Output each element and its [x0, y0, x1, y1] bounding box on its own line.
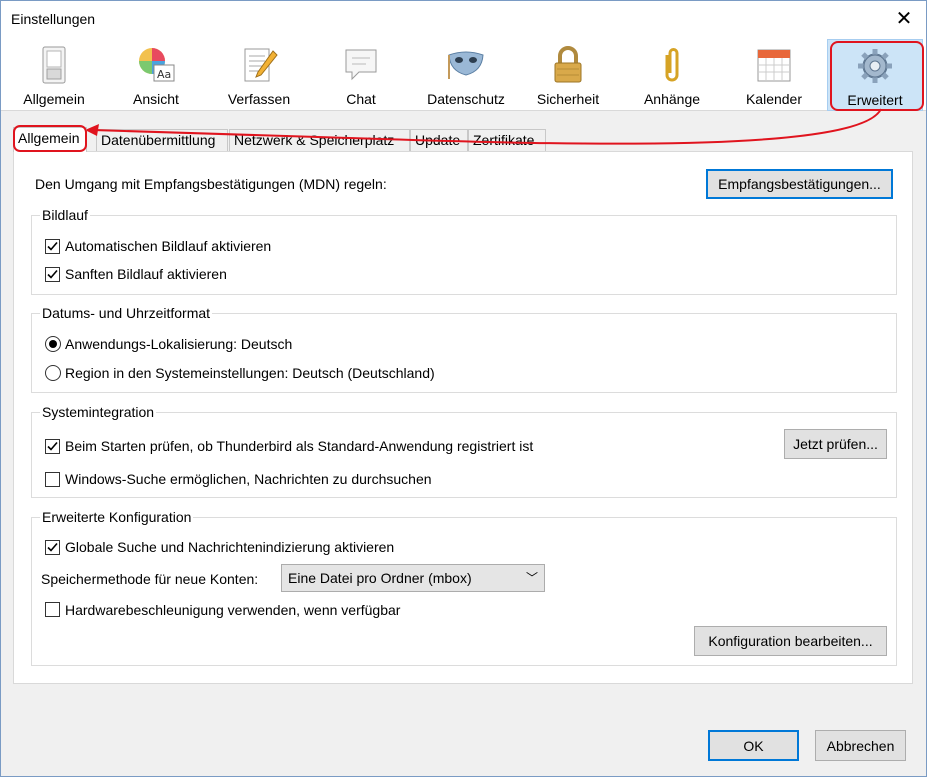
check-now-button[interactable]: Jetzt prüfen...	[784, 429, 887, 459]
hw-accel-label: Hardwarebeschleunigung verwenden, wenn v…	[65, 602, 401, 618]
radio-app-locale[interactable]	[45, 336, 61, 352]
auto-scroll-checkbox[interactable]	[45, 239, 60, 254]
region-locale-label: Region in den Systemeinstellungen: Deuts…	[65, 365, 435, 381]
switch-icon	[42, 46, 66, 84]
subtab-datenuebermittlung[interactable]: Datenübermittlung	[96, 129, 228, 151]
toolbar-item-chat[interactable]: Chat	[321, 39, 401, 111]
auto-scroll-label: Automatischen Bildlauf aktivieren	[65, 238, 272, 254]
toolbar-label: Allgemein	[23, 91, 85, 107]
group-title: Bildlauf	[40, 207, 90, 223]
toolbar-label: Chat	[346, 91, 376, 107]
checkmark-icon	[47, 269, 58, 279]
windows-search-checkbox[interactable]	[45, 472, 60, 487]
cancel-button[interactable]: Abbrechen	[815, 730, 906, 761]
toolbar-item-verfassen[interactable]: Verfassen	[213, 39, 305, 111]
checkmark-icon	[47, 542, 58, 552]
windows-search-label: Windows-Suche ermöglichen, Nachrichten z…	[65, 471, 432, 487]
ok-button[interactable]: OK	[708, 730, 799, 761]
window-title: Einstellungen	[11, 11, 96, 27]
group-bildlauf: Bildlauf Automatischen Bildlauf aktivier…	[31, 207, 897, 295]
storage-method-label: Speichermethode für neue Konten:	[41, 571, 259, 587]
settings-panel: Den Umgang mit Empfangsbestätigungen (MD…	[13, 151, 913, 684]
toolbar-label: Sicherheit	[536, 91, 600, 107]
storage-method-value: Eine Datei pro Ordner (mbox)	[288, 570, 472, 586]
toolbar-label: Ansicht	[133, 91, 179, 107]
palette-icon: Aa	[139, 48, 175, 82]
toolbar-label: Anhänge	[643, 91, 701, 107]
toolbar-item-ansicht[interactable]: Aa Ansicht	[111, 39, 201, 111]
toolbar-item-kalender[interactable]: Kalender	[729, 39, 819, 111]
group-title: Systemintegration	[40, 404, 157, 420]
radio-region-locale[interactable]	[45, 365, 61, 381]
preferences-window: Einstellungen ✕ Allgemein Aa Ansicht Ver…	[0, 0, 927, 777]
close-icon[interactable]: ✕	[892, 7, 916, 31]
paperclip-icon	[665, 48, 679, 82]
chevron-down-icon: ﹀	[525, 571, 538, 585]
mdn-label: Den Umgang mit Empfangsbestätigungen (MD…	[35, 176, 387, 192]
mask-icon	[448, 51, 484, 79]
category-toolbar: Allgemein Aa Ansicht Verfassen Chat Date…	[1, 39, 926, 111]
group-title: Datums- und Uhrzeitformat	[40, 305, 213, 321]
receipts-button[interactable]: Empfangsbestätigungen...	[706, 169, 893, 199]
global-search-checkbox[interactable]	[45, 540, 60, 555]
toolbar-label: Kalender	[745, 91, 803, 107]
checkmark-icon	[47, 241, 58, 251]
gear-icon	[858, 49, 892, 83]
hw-accel-checkbox[interactable]	[45, 602, 60, 617]
checkmark-icon	[47, 441, 58, 451]
lock-icon	[554, 46, 582, 83]
toolbar-item-allgemein[interactable]: Allgemein	[9, 39, 99, 111]
svg-text:Aa: Aa	[157, 68, 171, 81]
subtab-zertifikate[interactable]: Zertifikate	[468, 129, 546, 151]
toolbar-label: Erweitert	[847, 92, 903, 108]
storage-method-select[interactable]: Eine Datei pro Ordner (mbox) ﹀	[281, 564, 545, 592]
group-advanced: Erweiterte Konfiguration Globale Suche u…	[31, 509, 897, 666]
smooth-scroll-label: Sanften Bildlauf aktivieren	[65, 266, 227, 282]
app-locale-label: Anwendungs-Lokalisierung: Deutsch	[65, 336, 293, 352]
default-app-checkbox[interactable]	[45, 439, 60, 454]
default-app-label: Beim Starten prüfen, ob Thunderbird als …	[65, 438, 534, 454]
subtab-netzwerk[interactable]: Netzwerk & Speicherplatz	[229, 129, 410, 151]
group-system: Systemintegration Beim Starten prüfen, o…	[31, 404, 897, 498]
toolbar-item-erweitert[interactable]: Erweitert	[827, 39, 923, 111]
edit-config-button[interactable]: Konfiguration bearbeiten...	[694, 626, 887, 656]
toolbar-label: Datenschutz	[427, 91, 505, 107]
calendar-icon	[757, 49, 791, 82]
chat-icon	[345, 49, 377, 81]
toolbar-item-datenschutz[interactable]: Datenschutz	[419, 39, 513, 111]
toolbar-label: Verfassen	[227, 91, 291, 107]
group-title: Erweiterte Konfiguration	[40, 509, 194, 525]
smooth-scroll-checkbox[interactable]	[45, 267, 60, 282]
global-search-label: Globale Suche und Nachrichtenindizierung…	[65, 539, 395, 555]
group-datetime: Datums- und Uhrzeitformat Anwendungs-Lok…	[31, 305, 897, 393]
compose-icon	[244, 48, 278, 82]
subtab-allgemein[interactable]: Allgemein	[13, 127, 87, 152]
toolbar-item-anhaenge[interactable]: Anhänge	[629, 39, 715, 111]
title-bar: Einstellungen ✕	[1, 1, 926, 39]
subtab-update[interactable]: Update	[410, 129, 468, 151]
content-area: Allgemein Datenübermittlung Netzwerk & S…	[1, 111, 926, 776]
toolbar-item-sicherheit[interactable]: Sicherheit	[525, 39, 611, 111]
